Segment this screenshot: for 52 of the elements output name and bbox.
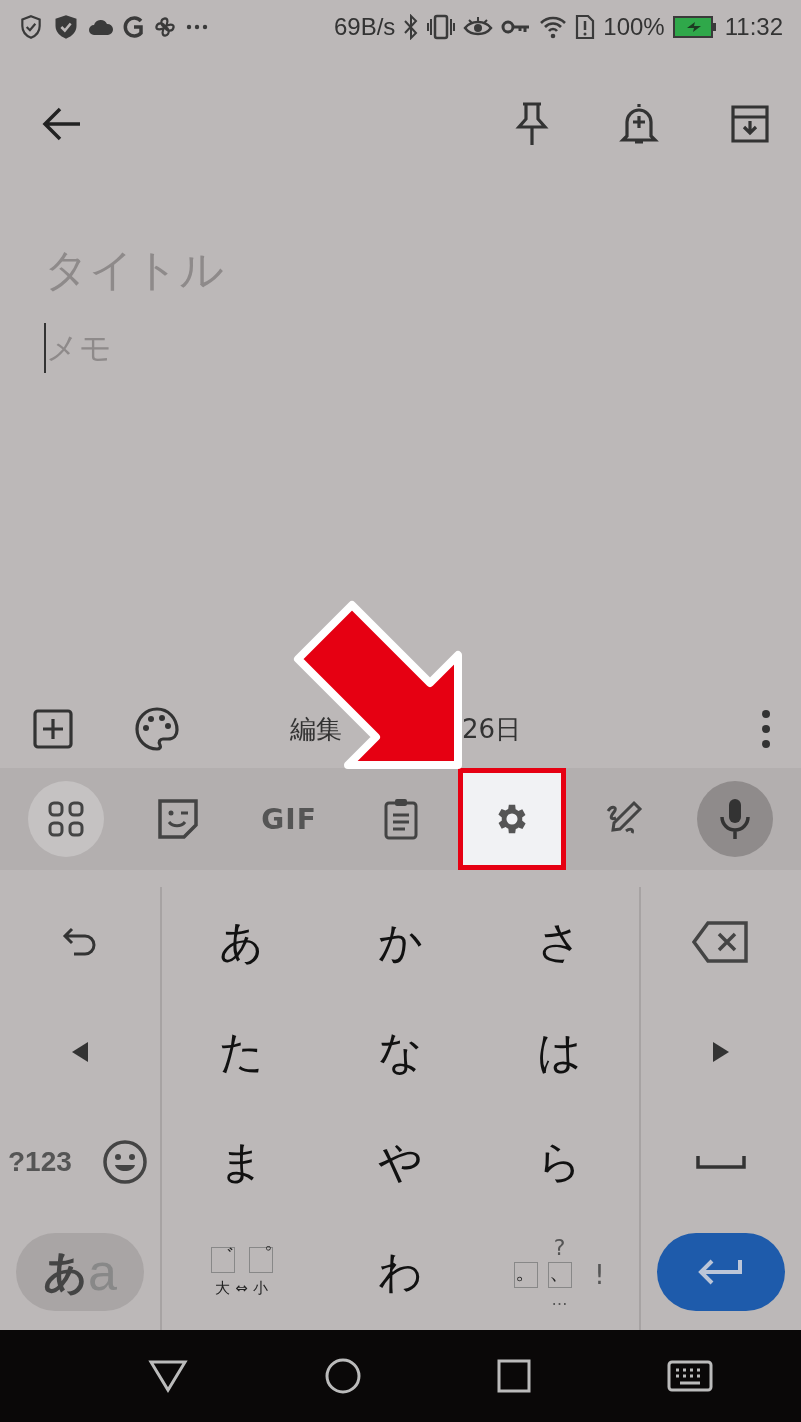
edited-date-text: 26日	[462, 712, 522, 746]
shield-icon	[18, 14, 44, 40]
emoji-icon[interactable]	[102, 1139, 148, 1185]
more-dots-icon	[186, 24, 208, 30]
vibrate-icon	[427, 14, 456, 40]
palette-icon[interactable]	[134, 706, 180, 752]
back-arrow-icon[interactable]	[42, 106, 82, 142]
edited-date-text: 編集	[290, 712, 342, 746]
wifi-icon	[539, 15, 568, 39]
kana-key[interactable]: た	[162, 997, 321, 1107]
g-logo-icon	[122, 15, 144, 39]
text-cursor	[44, 323, 46, 373]
kana-key[interactable]: ま	[162, 1107, 321, 1217]
kana-key[interactable]: は	[480, 997, 639, 1107]
recents-square-icon[interactable]	[497, 1359, 532, 1393]
space-icon[interactable]	[696, 1154, 746, 1170]
undo-icon[interactable]	[62, 925, 98, 959]
archive-icon[interactable]	[729, 103, 771, 145]
left-triangle-icon[interactable]	[70, 1040, 90, 1064]
enter-arrow-icon	[698, 1258, 744, 1286]
sim-alert-icon	[575, 14, 596, 40]
battery-percent: 100%	[603, 13, 665, 41]
back-triangle-icon[interactable]	[147, 1359, 188, 1393]
pin-icon[interactable]	[515, 101, 549, 147]
home-circle-icon[interactable]	[323, 1357, 362, 1395]
add-box-icon[interactable]	[32, 708, 74, 750]
kana-key[interactable]: あ	[162, 887, 321, 997]
kana-key[interactable]: わ	[321, 1217, 480, 1327]
kana-key[interactable]: さ	[480, 887, 639, 997]
kana-key[interactable]: や	[321, 1107, 480, 1217]
network-speed: 69B/s	[333, 13, 396, 41]
bluetooth-icon	[403, 14, 420, 40]
clock-time: 11:32	[724, 13, 783, 41]
right-triangle-icon[interactable]	[711, 1040, 731, 1064]
symbols-key[interactable]: ?123	[8, 1146, 72, 1178]
keyboard-icon[interactable]	[667, 1360, 714, 1392]
clipboard-icon	[383, 798, 418, 840]
cloud-icon	[88, 17, 114, 37]
punctuation-key[interactable]: ? 。 、 ! …	[480, 1217, 639, 1327]
kana-key[interactable]: な	[321, 997, 480, 1107]
kana-key[interactable]: か	[321, 887, 480, 997]
sticker-icon	[156, 798, 199, 840]
dakuten-key[interactable]: ゛ ゜ 大 ⇔ 小	[162, 1217, 321, 1327]
key-icon	[501, 18, 532, 36]
battery-charging-icon	[672, 16, 717, 38]
apps-grid-icon	[48, 801, 84, 837]
toolbar-button[interactable]	[458, 768, 566, 870]
more-vert-icon[interactable]	[761, 709, 771, 749]
microphone-icon	[719, 797, 751, 841]
fan-icon	[152, 14, 178, 40]
kana-key[interactable]: ら	[480, 1107, 639, 1217]
backspace-icon[interactable]	[692, 920, 750, 964]
